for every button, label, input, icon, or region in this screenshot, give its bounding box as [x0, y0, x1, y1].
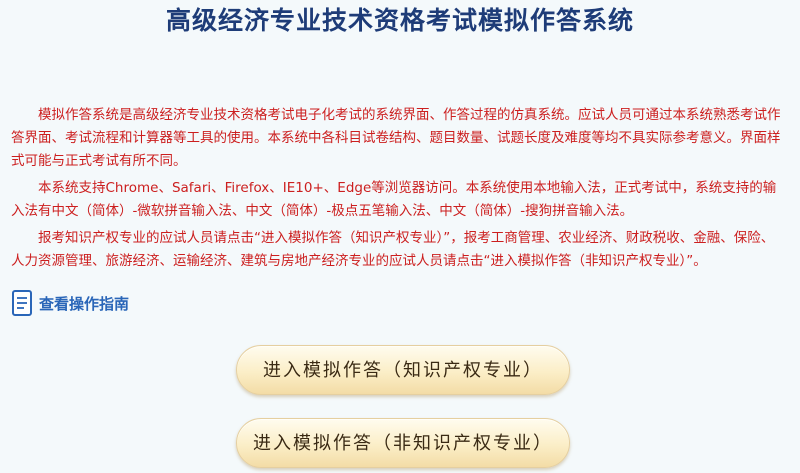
- view-guide-label: 查看操作指南: [39, 294, 130, 313]
- enter-simulation-non-ip-button[interactable]: 进入模拟作答（非知识产权专业）: [236, 418, 570, 468]
- document-icon: [11, 289, 33, 317]
- enter-simulation-ip-button[interactable]: 进入模拟作答（知识产权专业）: [236, 345, 570, 395]
- notice-paragraph-instructions: 报考知识产权专业的应试人员请点击“进入模拟作答（知识产权专业）”，报考工商管理、…: [11, 230, 775, 269]
- notice-paragraph-browser: 本系统支持Chrome、Safari、Firefox、IE10+、Edge等浏览…: [11, 180, 777, 219]
- view-guide-link[interactable]: 查看操作指南: [11, 289, 129, 317]
- notice-paragraph-intro: 模拟作答系统是高级经济专业技术资格考试电子化考试的系统界面、作答过程的仿真系统。…: [11, 107, 781, 169]
- page-title: 高级经济专业技术资格考试模拟作答系统: [165, 6, 634, 35]
- notice-section: 模拟作答系统是高级经济专业技术资格考试电子化考试的系统界面、作答过程的仿真系统。…: [11, 104, 786, 277]
